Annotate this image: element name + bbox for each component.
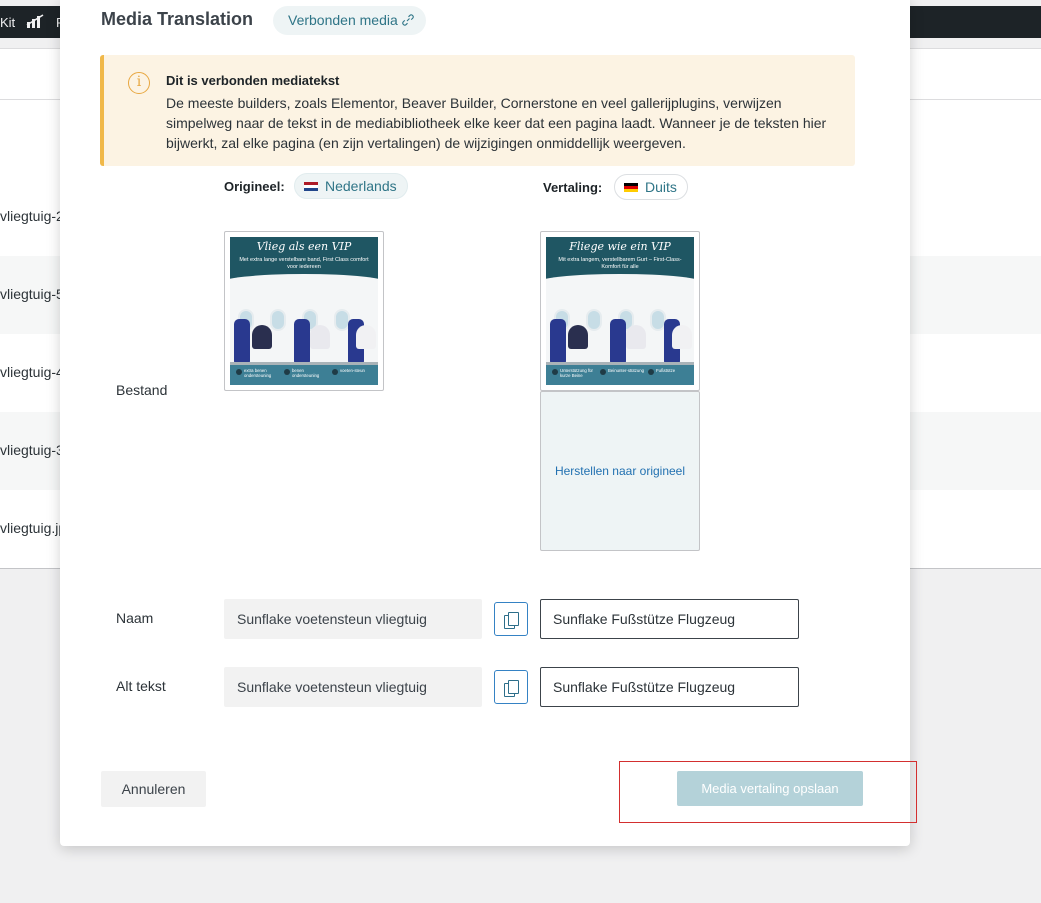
original-image-feature: benen ondersteuning: [284, 368, 330, 378]
original-image-title: Vlieg als een VIP: [256, 240, 352, 253]
restore-original-label: Herstellen naar origineel: [554, 464, 686, 478]
translated-alt-text-input[interactable]: [540, 667, 799, 707]
list-item-filename: vliegtuig-3: [0, 442, 64, 458]
original-image-feature: voeten-steun: [332, 368, 376, 375]
chart-icon[interactable]: [26, 13, 46, 32]
translated-image-thumbnail[interactable]: Fliege wie ein VIP Mit extra langem, ver…: [540, 231, 700, 391]
link-icon: [402, 6, 414, 35]
original-name-field: Sunflake voetensteun vliegtuig: [224, 599, 482, 639]
highlight-annotation: [619, 761, 917, 823]
list-item-filename: vliegtuig-5: [0, 286, 64, 302]
copy-icon: [504, 611, 520, 629]
translated-name-input[interactable]: [540, 599, 799, 639]
original-language-name: Nederlands: [325, 178, 397, 194]
info-icon: i: [128, 72, 150, 94]
translated-image-feature: Unterstützung für kurze Beine: [552, 368, 598, 378]
translation-language-chip: Duits: [614, 174, 688, 200]
original-image-thumbnail[interactable]: Vlieg als een VIP Met extra lange verste…: [224, 231, 384, 391]
connected-media-chip[interactable]: Verbonden media: [273, 6, 426, 35]
translated-image: Fliege wie ein VIP Mit extra langem, ver…: [546, 237, 694, 385]
translation-label: Vertaling:: [543, 180, 603, 195]
flag-de-icon: [624, 182, 638, 192]
translated-image-title: Fliege wie ein VIP: [569, 240, 671, 253]
connected-media-label: Verbonden media: [288, 12, 398, 28]
name-row-label: Naam: [116, 610, 154, 626]
notice-body: De meeste builders, zoals Elementor, Bea…: [166, 95, 827, 151]
original-image-subtitle: Met extra lange verstelbare band, First …: [239, 257, 369, 270]
translation-language-name: Duits: [645, 179, 677, 195]
translated-image-feature: Fußstütze: [648, 368, 692, 375]
original-label: Origineel:: [224, 179, 285, 194]
dialog-title: Media Translation: [101, 9, 254, 29]
list-item-filename: vliegtuig-2: [0, 208, 64, 224]
original-language-chip: Nederlands: [294, 173, 408, 199]
original-alt-text-field: Sunflake voetensteun vliegtuig: [224, 667, 482, 707]
translated-image-subtitle: Mit extra langem, verstellbarem Gurt – F…: [558, 257, 682, 270]
list-item-filename: vliegtuig.jp: [0, 520, 67, 536]
original-image-feature: extra benen ondersteuning: [236, 368, 282, 378]
file-row-label: Bestand: [116, 382, 168, 398]
translated-image-feature: Beinunter-stützung: [600, 368, 646, 375]
original-image: Vlieg als een VIP Met extra lange verste…: [230, 237, 378, 385]
copy-alt-text-button[interactable]: [494, 670, 528, 704]
connected-media-notice: i Dit is verbonden mediatekst De meeste …: [100, 55, 855, 166]
restore-original-button[interactable]: Herstellen naar origineel: [540, 391, 700, 551]
copy-icon: [504, 679, 520, 697]
media-translation-dialog: Media Translation Verbonden media i Dit …: [60, 0, 910, 846]
adminbar-kit-item[interactable]: Kit: [0, 15, 15, 30]
notice-title: Dit is verbonden mediatekst: [166, 73, 340, 88]
list-item-filename: vliegtuig-4: [0, 364, 64, 380]
flag-nl-icon: [304, 181, 318, 191]
copy-name-button[interactable]: [494, 602, 528, 636]
cancel-button[interactable]: Annuleren: [101, 771, 206, 807]
alt-text-row-label: Alt tekst: [116, 678, 166, 694]
